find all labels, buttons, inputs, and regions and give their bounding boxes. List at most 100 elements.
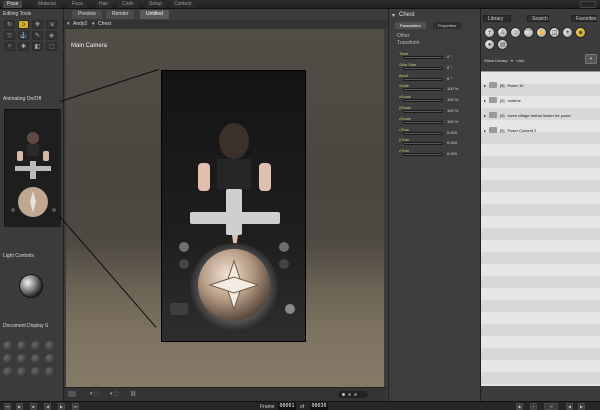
figures-category-icon[interactable]: ☥	[484, 27, 495, 38]
translate-tool-icon[interactable]: ✥	[32, 20, 43, 29]
tab-face[interactable]: Face	[68, 1, 88, 8]
chain-icon[interactable]: ⛓	[130, 391, 136, 397]
first-frame-icon[interactable]: ⏮	[4, 403, 11, 410]
materials-category-icon[interactable]: ●	[484, 39, 495, 50]
tab-material[interactable]: Material	[34, 1, 60, 8]
hair-category-icon[interactable]: ⌒	[523, 27, 534, 38]
display-style-button[interactable]	[45, 367, 55, 377]
parameter-dial-row[interactable]: yScale 100 %	[399, 105, 477, 115]
tab-preview[interactable]: Preview	[72, 10, 102, 19]
dial-slider[interactable]	[403, 153, 443, 157]
list-item[interactable]: ▸ [0] Poser Content 2	[484, 125, 598, 135]
parameter-dial-row[interactable]: xScale 100 %	[399, 94, 477, 104]
loop-icon[interactable]: ⟲	[544, 403, 558, 410]
parameter-dial-row[interactable]: yTran 0.000	[399, 137, 477, 147]
expand-arrow-icon[interactable]: ▸	[484, 83, 486, 88]
tab-untitled[interactable]: Untitled	[140, 10, 169, 19]
grouping-tool-icon[interactable]: ◈	[46, 31, 57, 40]
dial-value[interactable]: 100 %	[447, 108, 458, 113]
dial-value[interactable]: 100 %	[447, 119, 458, 124]
dial-value[interactable]: 0.000	[447, 151, 457, 156]
tab-parameters[interactable]: Parameters	[395, 22, 426, 29]
display-style-button[interactable]	[17, 354, 27, 364]
figure-select[interactable]: Andy2	[73, 21, 87, 27]
play-icon[interactable]: ▶	[16, 403, 23, 410]
select-tool-icon[interactable]: ⬚	[46, 42, 57, 51]
display-style-button[interactable]	[3, 367, 13, 377]
cameras-category-icon[interactable]: ◉	[575, 27, 586, 38]
tab-hair[interactable]: Hair	[95, 1, 113, 8]
dial-value[interactable]: 100 %	[447, 97, 458, 102]
color-tool-icon[interactable]: ✎	[32, 31, 43, 40]
group-other[interactable]: Other	[397, 33, 410, 39]
animation-controls-thumbnail[interactable]	[4, 109, 61, 227]
tab-content[interactable]: Content	[170, 1, 196, 8]
list-item[interactable]: ▸ [0] runtime	[484, 95, 598, 105]
tab-library[interactable]: Library	[483, 15, 511, 22]
body-part-select[interactable]: Chest	[98, 21, 111, 27]
dial-slider[interactable]	[403, 142, 443, 146]
morph-brush-icon[interactable]: ✱	[18, 42, 29, 51]
last-frame-icon[interactable]: ⏭	[72, 403, 79, 410]
chevron-down-icon[interactable]: ▾ ⬚	[90, 391, 99, 397]
scenes-category-icon[interactable]: ▤	[497, 39, 508, 50]
parameter-dial-row[interactable]: Bend 0 °	[399, 73, 477, 83]
dial-slider[interactable]	[403, 66, 443, 70]
camera-label[interactable]: Main Camera	[71, 43, 107, 49]
dial-value[interactable]: 0 °	[447, 54, 452, 59]
dial-value[interactable]: 100 %	[447, 86, 458, 91]
chevron-down-icon[interactable]: ▾ ⬚	[110, 391, 119, 397]
expand-arrow-icon[interactable]: ▸	[484, 98, 486, 103]
dial-slider[interactable]	[403, 56, 443, 59]
keyframe-icon[interactable]: ◆	[516, 403, 523, 410]
window-controls[interactable]	[580, 1, 596, 8]
dial-slider[interactable]	[403, 77, 443, 81]
dial-value[interactable]: 0 °	[447, 76, 452, 81]
tab-render[interactable]: Render	[106, 10, 135, 19]
tab-properties[interactable]: Properties	[433, 22, 462, 29]
poses-category-icon[interactable]: ♙	[497, 27, 508, 38]
scale-tool-icon[interactable]: ⇲	[46, 20, 57, 29]
list-item[interactable]: ▸ [5] Poser 10	[484, 80, 598, 90]
expand-arrow-icon[interactable]: ▸	[484, 113, 486, 118]
dial-value[interactable]: 0.000	[447, 140, 457, 145]
dial-slider[interactable]	[403, 99, 443, 103]
expressions-category-icon[interactable]: ☺	[510, 27, 521, 38]
total-frames-field[interactable]: 00030	[310, 403, 328, 410]
stop-icon[interactable]: ■	[30, 403, 37, 410]
hands-category-icon[interactable]: ✋	[536, 27, 547, 38]
parameter-dial-row[interactable]: xTran 0.000	[399, 127, 477, 137]
shadow-toggle-icon[interactable]	[68, 391, 76, 397]
parameter-dial-row[interactable]: Side-Side 0 °	[399, 62, 477, 72]
parameter-dial-row[interactable]: zScale 100 %	[399, 116, 477, 126]
dial-slider[interactable]	[403, 131, 443, 135]
current-frame-field[interactable]: 00001	[278, 403, 296, 410]
tab-cloth[interactable]: Cloth	[118, 1, 138, 8]
display-style-button[interactable]	[3, 341, 13, 351]
parameter-dial-row[interactable]: Scale 100 %	[399, 83, 477, 93]
parameter-dial-row[interactable]: zTran 0.000	[399, 148, 477, 158]
add-library-icon[interactable]: +	[585, 54, 597, 64]
group-transform[interactable]: Transform	[397, 40, 420, 46]
display-style-button[interactable]	[31, 354, 41, 364]
show-library-select[interactable]: <All>	[516, 58, 525, 63]
view-magnifier-icon[interactable]: ⌕	[4, 42, 15, 51]
add-keyframe-icon[interactable]: +	[530, 403, 537, 410]
display-style-button[interactable]	[31, 367, 41, 377]
taper-tool-icon[interactable]: ▽	[4, 31, 15, 40]
parameter-dial-row[interactable]: Twist 0 °	[399, 51, 477, 61]
chain-break-icon[interactable]: ⚓	[18, 31, 29, 40]
tab-setup[interactable]: Setup	[145, 1, 167, 8]
display-style-button[interactable]	[45, 354, 55, 364]
display-style-button[interactable]	[17, 341, 27, 351]
rotate-tool-icon[interactable]: ↻	[4, 20, 15, 29]
direct-manipulation-icon[interactable]: ◧	[32, 42, 43, 51]
chevron-down-icon[interactable]: ▾	[67, 21, 70, 27]
step-forward-icon[interactable]: ▶	[58, 403, 65, 410]
dial-slider[interactable]	[403, 110, 443, 113]
props-category-icon[interactable]: ◫	[549, 27, 560, 38]
lights-category-icon[interactable]: ☀	[562, 27, 573, 38]
expand-arrow-icon[interactable]: ▸	[484, 128, 486, 133]
dial-slider[interactable]	[403, 88, 443, 92]
light-ball-control[interactable]	[19, 274, 43, 298]
